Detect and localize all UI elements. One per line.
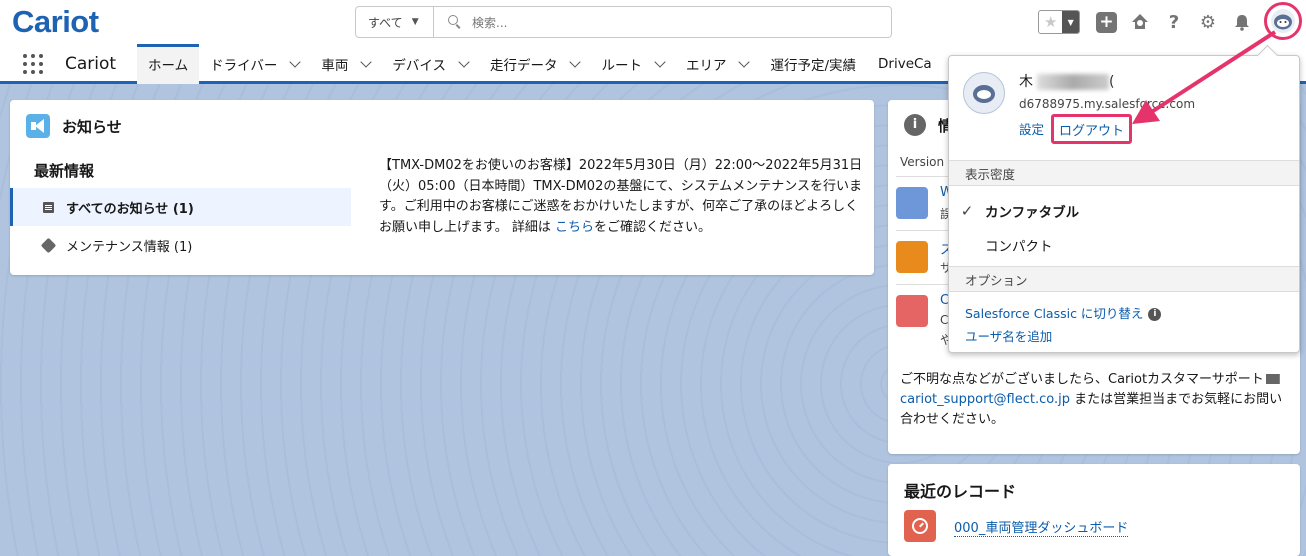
search-scope-dropdown[interactable]: すべて ▼ xyxy=(356,7,434,37)
profile-name-initial: 木 xyxy=(1019,74,1033,90)
info-icon[interactable]: i xyxy=(1148,308,1162,321)
star-icon[interactable]: ★ xyxy=(1039,11,1062,33)
tab-areas[interactable]: エリア xyxy=(675,44,760,84)
recent-records-title: 最近のレコード xyxy=(904,482,1017,501)
tab-label: 運行予定/実績 xyxy=(770,58,857,74)
add-username-link[interactable]: ユーザ名を追加 xyxy=(965,326,1052,345)
news-filter-maintenance[interactable]: メンテナンス情報 (1) xyxy=(10,226,351,264)
switch-classic-link[interactable]: Salesforce Classic に切り替え i xyxy=(965,303,1162,322)
chevron-down-icon[interactable] xyxy=(569,55,582,68)
density-compact-option[interactable]: コンパクト xyxy=(949,228,1299,262)
mail-icon xyxy=(1265,374,1280,384)
news-title-text: お知らせ xyxy=(62,117,122,136)
global-actions-plus-icon[interactable]: + xyxy=(1096,11,1117,33)
news-card: お知らせ 最新情報 すべてのお知らせ (1) メンテナンス情報 (1) 【TMX… xyxy=(10,100,874,275)
search-scope-label: すべて xyxy=(368,15,403,30)
tab-home[interactable]: ホーム xyxy=(137,44,200,84)
tab-operation-plan[interactable]: 運行予定/実績 xyxy=(759,44,867,84)
news-card-title: お知らせ xyxy=(26,114,122,138)
user-profile-menu: 木( d6788975.my.salesforce.com 設定 ログアウト 表… xyxy=(948,55,1300,353)
nav-tabs: ホーム ドライバー 車両 デバイス 走行データ ルート エリア 運行予定/実績 … xyxy=(137,44,943,84)
favorites-button[interactable]: ★ ▼ xyxy=(1038,10,1080,34)
news-body: 【TMX-DM02をお使いのお客様】2022年5月30日（月）22:00～202… xyxy=(379,156,863,238)
news-latest-heading: 最新情報 xyxy=(34,162,95,180)
wrench-icon xyxy=(40,237,57,253)
density-comfy-option[interactable]: ✓ カンファタブル xyxy=(949,194,1299,228)
tab-label: DriveCa xyxy=(878,56,932,72)
settings-link[interactable]: 設定 xyxy=(1019,119,1044,138)
trailhead-icon[interactable] xyxy=(1129,11,1151,33)
search-input[interactable]: 検索... xyxy=(472,14,507,31)
contact-text: ご不明な点などがございましたら、Cariotカスタマーサポート xyxy=(900,372,1264,387)
tab-label: 車両 xyxy=(321,58,349,74)
dashboard-icon xyxy=(904,510,936,542)
news-filter-all[interactable]: すべてのお知らせ (1) xyxy=(10,188,351,226)
tab-label: ドライバー xyxy=(210,58,278,74)
tab-label: 走行データ xyxy=(489,58,558,74)
global-search[interactable]: すべて ▼ 検索... xyxy=(355,6,892,38)
chevron-down-icon[interactable] xyxy=(289,55,302,68)
logout-link[interactable]: ログアウト xyxy=(1051,114,1133,144)
recent-records-card: 最近のレコード 000_車両管理ダッシュボード xyxy=(888,464,1300,556)
help-icon[interactable]: ? xyxy=(1163,11,1185,33)
tab-label: ルート xyxy=(601,58,642,74)
news-filter-label: すべてのお知らせ (1) xyxy=(66,201,194,217)
recent-record-link[interactable]: 000_車両管理ダッシュボード xyxy=(954,517,1129,537)
chevron-down-icon[interactable] xyxy=(738,55,751,68)
tab-devices[interactable]: デバイス xyxy=(381,44,479,84)
tab-drivers[interactable]: ドライバー xyxy=(199,44,310,84)
avatar-icon xyxy=(1271,9,1295,33)
options-section-header: オプション xyxy=(949,266,1299,292)
user-avatar-button[interactable] xyxy=(1264,2,1302,40)
app-name: Cariot xyxy=(65,54,117,74)
tab-driveca[interactable]: DriveCa xyxy=(867,44,943,84)
bell-icon[interactable] xyxy=(1231,11,1253,33)
profile-name: 木( xyxy=(1019,71,1114,91)
header-actions: ★ ▼ + ? ⚙ xyxy=(1038,7,1253,37)
search-icon xyxy=(448,15,462,29)
density-option-label: コンパクト xyxy=(985,239,1053,255)
tab-label: エリア xyxy=(685,58,727,74)
switch-classic-label: Salesforce Classic に切り替え xyxy=(965,306,1144,321)
news-list-icon xyxy=(43,201,54,213)
info-icon: i xyxy=(904,114,926,136)
news-body-tail: をご確認ください。 xyxy=(593,219,711,235)
tab-label: ホーム xyxy=(148,58,189,74)
density-section-header: 表示密度 xyxy=(949,160,1299,186)
info-row-icon xyxy=(896,295,928,327)
chevron-down-icon[interactable] xyxy=(654,55,666,68)
app-launcher-icon[interactable] xyxy=(23,54,43,74)
info-row-icon xyxy=(896,241,928,273)
profile-avatar xyxy=(963,72,1005,114)
density-option-label: カンファタブル xyxy=(985,205,1080,221)
favorites-dropdown-icon[interactable]: ▼ xyxy=(1062,11,1079,33)
support-contact: ご不明な点などがございましたら、Cariotカスタマーサポート cariot_su… xyxy=(900,370,1290,430)
profile-name-suffix: ( xyxy=(1109,74,1115,90)
chevron-down-icon[interactable] xyxy=(360,55,373,68)
news-detail-link[interactable]: こちら xyxy=(555,220,594,235)
chevron-down-icon[interactable] xyxy=(458,55,470,68)
support-email-link[interactable]: cariot_support@flect.co.jp xyxy=(900,392,1070,407)
redacted-name xyxy=(1037,74,1109,90)
tab-label: デバイス xyxy=(392,58,446,74)
gear-icon[interactable]: ⚙ xyxy=(1197,11,1219,33)
check-icon: ✓ xyxy=(960,202,974,220)
megaphone-icon xyxy=(26,114,50,138)
tab-driving-data[interactable]: 走行データ xyxy=(479,44,591,84)
tab-routes[interactable]: ルート xyxy=(590,44,675,84)
news-filter-label: メンテナンス情報 (1) xyxy=(66,239,193,255)
tab-vehicles[interactable]: 車両 xyxy=(310,44,381,84)
info-card-title: i 情 xyxy=(904,114,953,136)
cariot-logo[interactable]: Cariot xyxy=(12,4,99,40)
logout-label: ログアウト xyxy=(1059,123,1125,139)
info-row-icon xyxy=(896,187,928,219)
caret-down-icon: ▼ xyxy=(411,17,419,27)
profile-domain: d6788975.my.salesforce.com xyxy=(1019,97,1196,111)
global-header: Cariot すべて ▼ 検索... ★ ▼ + ? ⚙ xyxy=(0,0,1306,44)
